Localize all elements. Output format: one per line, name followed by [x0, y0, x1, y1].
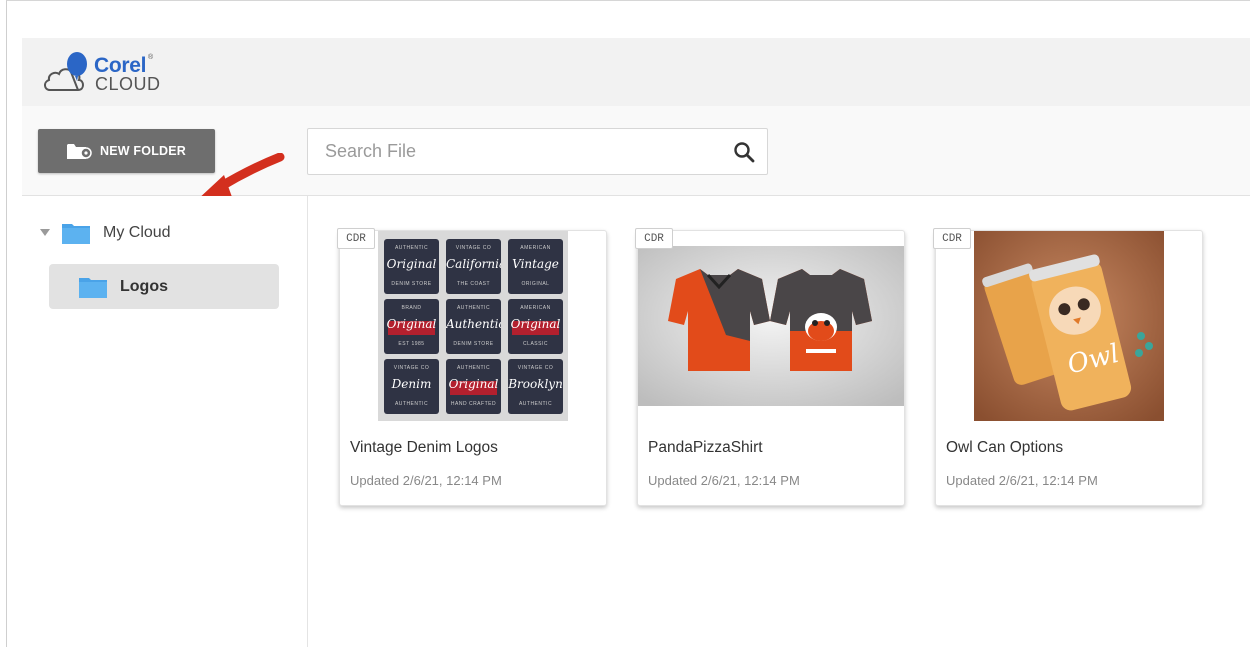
logo-tile-top-text: AUTHENTIC	[456, 365, 491, 371]
logo-tile-bottom-text: ORIGINAL	[521, 281, 550, 287]
registered-mark: ®	[148, 54, 154, 61]
logo-tile-bottom-text: THE COAST	[456, 281, 491, 287]
logo-tile-script-text: Vintage	[512, 257, 559, 271]
file-updated: Updated 2/6/21, 12:14 PM	[350, 473, 502, 488]
logo-tile-script-text: Original	[386, 257, 437, 271]
logo-collection-image: AUTHENTIC Original DENIM STORE VINTAGE CO Ca…	[378, 231, 568, 421]
corel-cloud-logo[interactable]: Corel ® CLOUD	[42, 50, 172, 96]
new-folder-button[interactable]: NEW FOLDER	[38, 129, 215, 173]
logo-tile-top-text: AMERICAN	[520, 305, 551, 311]
search-input[interactable]	[308, 141, 721, 162]
logo-tile-top-text: VINTAGE CO	[393, 365, 430, 371]
logo-tile-bottom-text: EST 1985	[398, 341, 425, 347]
logo-tile-script-text: Original	[386, 317, 437, 331]
file-updated: Updated 2/6/21, 12:14 PM	[946, 473, 1098, 488]
logo-tile-top-text: VINTAGE CO	[517, 365, 554, 371]
file-title: Owl Can Options	[946, 439, 1064, 456]
logo-tile-bottom-text: DENIM STORE	[391, 281, 432, 287]
logo-tile-script-text: Original	[510, 317, 561, 331]
file-updated: Updated 2/6/21, 12:14 PM	[648, 473, 800, 488]
file-card[interactable]: CDR	[933, 228, 1203, 506]
logo-tile: VINTAGE CO Brooklyn AUTHENTIC	[508, 359, 563, 414]
file-thumbnail: AUTHENTIC Original DENIM STORE VINTAGE CO Ca…	[340, 231, 606, 421]
file-title: PandaPizzaShirt	[648, 439, 763, 456]
logo-tile-top-text: BRAND	[401, 305, 422, 311]
logo-tile: AUTHENTIC Original DENIM STORE	[384, 239, 439, 294]
cloud-balloon-icon	[44, 52, 87, 92]
logo-tile-script-text: Original	[448, 377, 499, 391]
file-title: Vintage Denim Logos	[350, 439, 498, 456]
owl-can-image: Owl	[974, 231, 1164, 421]
logo-tile-bottom-text: AUTHENTIC	[394, 401, 429, 407]
tree-item-my-cloud[interactable]: My Cloud	[40, 218, 171, 248]
file-type-badge: CDR	[933, 228, 971, 249]
logo-tile-bottom-text: AUTHENTIC	[518, 401, 553, 407]
logo-tile-bottom-text: DENIM STORE	[453, 341, 494, 347]
tree-item-logos[interactable]: Logos	[49, 264, 279, 309]
search-box	[307, 128, 768, 175]
file-type-badge: CDR	[337, 228, 375, 249]
logo-tile-top-text: AUTHENTIC	[394, 245, 429, 251]
shirt-mockup-image	[638, 246, 904, 406]
file-card[interactable]: CDR	[635, 228, 905, 506]
corel-cloud-app: Corel ® CLOUD NEW FOLDER Search File My …	[22, 38, 1250, 647]
folder-icon	[79, 277, 107, 298]
logo-tile: VINTAGE CO California THE COAST	[446, 239, 501, 294]
logo-tile: AMERICAN Original CLASSIC	[508, 299, 563, 354]
brand-bar: Corel ® CLOUD	[22, 38, 1250, 106]
file-thumbnail: Owl	[936, 231, 1202, 421]
folder-icon	[62, 224, 90, 244]
logo-tile-top-text: AUTHENTIC	[456, 305, 491, 311]
logo-tile-script-text: California	[446, 257, 501, 271]
search-icon[interactable]	[721, 129, 767, 174]
logo-tile-top-text: VINTAGE CO	[455, 245, 492, 251]
logo-tile: BRAND Original EST 1985	[384, 299, 439, 354]
folder-tree-sidebar: My Cloud Logos	[22, 196, 308, 647]
logo-tile-script-text: Denim	[391, 377, 432, 391]
file-card[interactable]: CDR AUTHENTIC Original DENIM STORE VINTAGE …	[337, 228, 607, 506]
tree-item-label: My Cloud	[103, 224, 171, 241]
file-grid: CDR AUTHENTIC Original DENIM STORE VINTAGE …	[308, 196, 1250, 647]
logo-cloud-text: CLOUD	[95, 74, 161, 94]
logo-tile: VINTAGE CO Denim AUTHENTIC	[384, 359, 439, 414]
logo-tile-bottom-text: CLASSIC	[523, 341, 548, 347]
logo-tile: AUTHENTIC Authentic DENIM STORE	[446, 299, 501, 354]
logo-tile-top-text: AMERICAN	[520, 245, 551, 251]
logo-tile-bottom-text: HAND CRAFTED	[450, 401, 497, 407]
logo-tile: AMERICAN Vintage ORIGINAL	[508, 239, 563, 294]
logo-tile-script-text: Brooklyn	[508, 377, 563, 391]
toolbar: NEW FOLDER	[22, 106, 1250, 201]
file-thumbnail	[638, 231, 904, 421]
tree-item-label: Logos	[120, 277, 168, 295]
folder-add-icon	[67, 144, 92, 159]
logo-tile: AUTHENTIC Original HAND CRAFTED	[446, 359, 501, 414]
caret-down-icon[interactable]	[40, 229, 50, 237]
file-type-badge: CDR	[635, 228, 673, 249]
new-folder-label: NEW FOLDER	[100, 144, 187, 158]
logo-tile-script-text: Authentic	[446, 317, 501, 331]
